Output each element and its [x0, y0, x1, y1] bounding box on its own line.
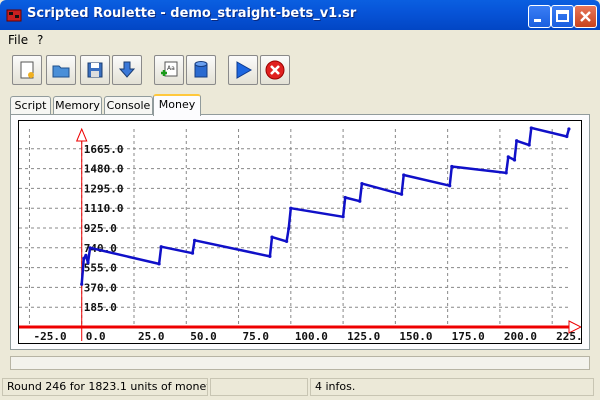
money-data-point	[567, 127, 571, 131]
x-tick-label: 75.0	[243, 330, 270, 343]
y-tick-label: 1480.0	[84, 163, 124, 176]
money-data-point	[157, 262, 161, 266]
money-data-point	[88, 246, 92, 250]
money-data-point	[506, 155, 510, 159]
status-infos: 4 infos.	[310, 378, 594, 396]
money-data-point	[86, 261, 90, 265]
money-data-point	[448, 184, 452, 188]
money-data-point	[358, 199, 362, 203]
maximize-button[interactable]	[551, 5, 574, 28]
tab-memory[interactable]: Memory	[53, 96, 102, 114]
save-icon	[87, 62, 103, 78]
money-data-point	[285, 239, 289, 243]
money-data-point	[268, 254, 272, 258]
y-tick-label: 1295.0	[84, 182, 124, 195]
money-data-point	[287, 226, 291, 231]
x-tick-label: 200.0	[504, 330, 537, 343]
menu-bar: File ?	[0, 30, 600, 50]
money-data-point	[450, 164, 454, 169]
money-data-point	[159, 245, 163, 249]
close-icon	[580, 11, 591, 22]
title-bar: Scripted Roulette - demo_straight-bets_v…	[0, 0, 600, 30]
money-data-point	[341, 215, 345, 219]
money-series-line	[80, 126, 571, 285]
money-data-point	[515, 139, 519, 143]
save-button[interactable]	[80, 55, 110, 85]
open-folder-icon	[52, 65, 70, 78]
tab-console[interactable]: Console	[104, 96, 153, 114]
x-tick-label: 150.0	[399, 330, 432, 343]
download-icon	[118, 61, 136, 78]
y-axis-arrow	[75, 127, 88, 142]
maximize-icon	[556, 10, 569, 22]
close-button[interactable]	[574, 5, 597, 28]
run-button[interactable]	[228, 55, 258, 85]
money-chart: -25.0 0.0 25.0 50.0 75.0 100.0 125.0 150.0 175.0…	[18, 120, 582, 344]
tab-money[interactable]: Money	[153, 94, 201, 116]
money-data-point	[84, 253, 88, 257]
money-data-point	[504, 171, 508, 175]
money-data-point	[400, 192, 404, 196]
x-tick-label: 100.0	[295, 330, 328, 343]
y-tick-label: 185.0	[84, 301, 117, 314]
money-data-point	[82, 256, 86, 261]
status-bar: Round 246 for 1823.1 units of money 4 in…	[0, 376, 600, 400]
menu-file[interactable]: File	[8, 33, 28, 47]
new-script-icon	[20, 61, 34, 79]
stop-icon	[265, 60, 285, 80]
app-icon	[6, 9, 22, 22]
money-chart-svg: -25.0 0.0 25.0 50.0 75.0 100.0 125.0 150.0 175.0…	[19, 126, 581, 343]
money-data-point	[343, 195, 347, 200]
y-tick-label: 1665.0	[84, 143, 124, 156]
tab-script[interactable]: Script	[10, 96, 51, 114]
add-text-button[interactable]: Aa	[154, 55, 184, 85]
minimize-icon	[534, 19, 541, 22]
minimize-button[interactable]	[528, 5, 551, 28]
y-tick-label: 1110.0	[84, 202, 124, 215]
open-button[interactable]	[46, 55, 76, 85]
status-middle	[210, 378, 308, 396]
x-tick-label: 225.0	[556, 330, 581, 343]
toolbar: Aa	[0, 50, 600, 90]
money-data-point	[529, 126, 533, 130]
database-icon	[194, 61, 208, 78]
horizontal-scrollbar[interactable]	[10, 356, 590, 370]
money-data-point	[289, 206, 293, 210]
menu-help[interactable]: ?	[37, 33, 43, 47]
money-data-point	[360, 181, 364, 186]
x-tick-label: -25.0	[33, 330, 66, 343]
x-tick-label: 175.0	[452, 330, 485, 343]
window-title: Scripted Roulette - demo_straight-bets_v…	[27, 6, 357, 21]
database-button[interactable]	[186, 55, 216, 85]
money-data-point	[512, 158, 517, 162]
svg-text:Aa: Aa	[167, 65, 175, 72]
add-text-icon: Aa	[161, 61, 178, 77]
y-tick-label: 370.0	[84, 281, 117, 294]
money-data-point	[527, 143, 531, 147]
play-icon	[236, 61, 253, 79]
x-tick-label: 50.0	[190, 330, 217, 343]
new-script-button[interactable]	[12, 55, 42, 85]
x-tick-label: 0.0	[86, 330, 106, 343]
money-data-point	[190, 251, 195, 255]
y-tick-label: 925.0	[84, 222, 117, 235]
stop-button[interactable]	[260, 55, 290, 85]
status-round-text: Round 246 for 1823.1 units of money	[2, 378, 208, 396]
money-data-point	[80, 282, 84, 286]
money-data-point	[402, 173, 406, 177]
money-data-point	[193, 238, 197, 242]
x-tick-label: 25.0	[138, 330, 165, 343]
download-button[interactable]	[112, 55, 142, 85]
x-tick-label: 125.0	[347, 330, 380, 343]
money-data-point	[565, 134, 569, 139]
money-data-point	[270, 235, 274, 239]
